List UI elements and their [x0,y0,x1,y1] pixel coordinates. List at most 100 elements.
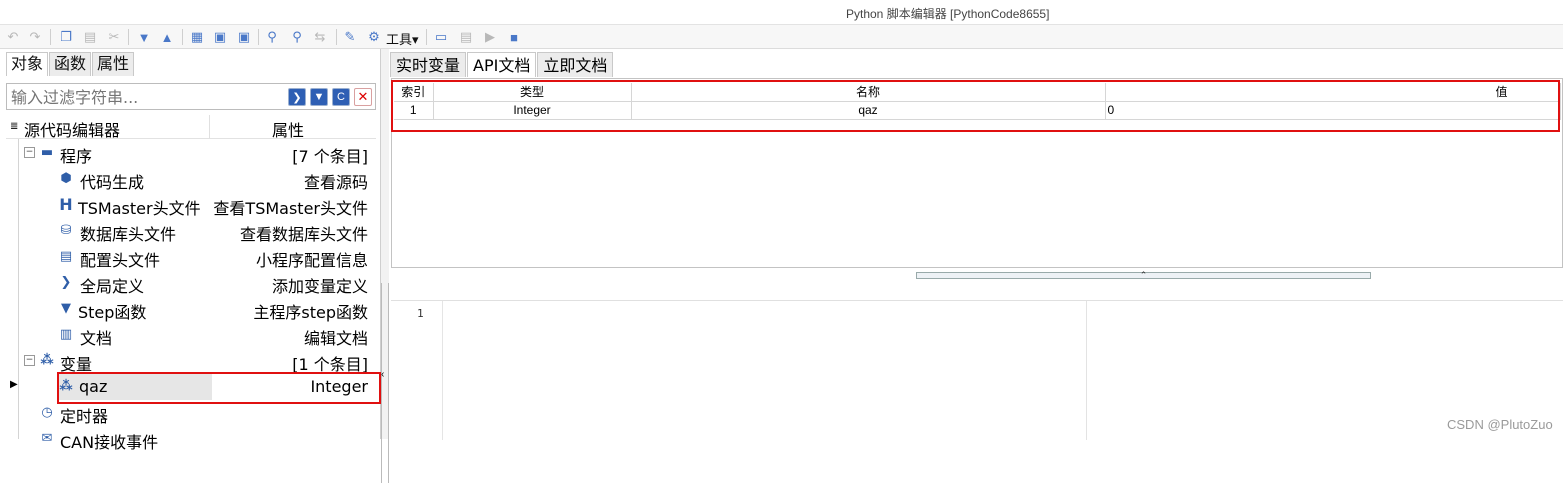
toolbar-separator [258,29,259,45]
terminal-filter-icon[interactable]: ❯ [288,88,306,106]
envelope-icon: ✉ [41,430,53,446]
save-as-icon[interactable]: ▣ [236,29,252,45]
copy-icon[interactable]: ❐ [58,29,74,45]
chevron-up-icon[interactable]: ⌃ [916,271,1371,280]
tree-node-label: 程序 [60,147,93,166]
code-editor[interactable]: 1 [391,300,1563,440]
step-filter-icon[interactable]: ▼ [310,88,328,106]
window-icon: ▬ [40,144,54,160]
search-icon[interactable]: ⚲ [264,29,280,45]
paste-icon[interactable]: ▤ [82,29,98,45]
current-row-pointer-icon: ▶ [10,379,18,390]
c-gear-icon: ⬢ [60,170,72,186]
terminal-icon: ❯ [60,274,72,290]
tree-node-label: 定时器 [60,407,109,426]
tree-item-database-header[interactable]: ⛁ 数据库头文件 查看数据库头文件 [20,218,376,245]
tree-header-source: 源代码编辑器 [24,121,121,140]
toolbar-separator [128,29,129,45]
search-next-icon[interactable]: ⚲ [289,29,305,45]
book-icon: ▥ [59,326,73,342]
toolbar: ↶ ↷ ❐ ▤ ✂ ▼ ▲ ▦ ▣ ▣ ⚲ ⚲ ⇆ ✎ ⚙ 工具▾ ▭ ▤ ▶ … [0,25,1563,49]
folder-icon[interactable]: ▭ [433,29,449,45]
highlight-box [391,80,1560,132]
redo-icon[interactable]: ↷ [27,29,43,45]
c-filter-icon[interactable]: C [332,88,350,106]
pencil-icon[interactable]: ✎ [342,29,358,45]
left-tab-strip: 对象 函数 属性 [6,52,135,76]
tab-properties[interactable]: 属性 [92,52,135,76]
line-number-gutter: 1 [391,301,443,440]
tree-item-value: 查看源码 [303,173,368,192]
tab-immediate-docs[interactable]: 立即文档 [537,52,614,77]
collapse-icon[interactable]: − [24,147,35,158]
clear-filter-icon[interactable]: ✕ [354,88,372,106]
filter-input[interactable] [11,87,281,107]
toolbar-separator [182,29,183,45]
toolbar-separator [336,29,337,45]
tree-node-count: [7 个条目] [292,147,368,166]
open-file-icon[interactable]: ▦ [189,29,205,45]
gear-icon[interactable]: ⚙ [366,29,382,45]
h-letter-icon: H [59,194,73,214]
tree-gutter [6,139,19,439]
tree-item-tsmaster-header[interactable]: H TSMaster头文件 查看TSMaster头文件 [20,192,376,219]
tree-node-program[interactable]: − ▬ 程序 [7 个条目] [20,140,376,166]
tree-item-label: 数据库头文件 [80,225,177,244]
move-down-icon[interactable]: ▼ [136,29,152,45]
clock-icon: ◷ [41,404,53,420]
collapse-icon[interactable]: − [24,355,35,366]
move-up-icon[interactable]: ▲ [159,29,175,45]
stop-icon[interactable]: ■ [506,29,522,45]
chevron-down-icon: ▾ [412,32,419,47]
tree-node-can-event[interactable]: ✉ CAN接收事件 [20,426,376,453]
tab-objects[interactable]: 对象 [6,52,49,76]
tab-realtime-variables[interactable]: 实时变量 [390,52,467,77]
line-number: 1 [417,307,424,320]
chevron-left-icon[interactable]: ‹ [381,369,384,380]
tree-header: ≣ 源代码编辑器 属性 [6,115,376,140]
splitter-grip[interactable] [381,283,389,483]
run-icon[interactable]: ▶ [482,29,498,45]
tree-item-global-def[interactable]: ❯ 全局定义 添加变量定义 [20,270,376,297]
tree-item-label: 文档 [80,329,113,348]
window-title: Python 脚本编辑器 [PythonCode8655] [846,7,1050,21]
tree-item-value: 查看TSMaster头文件 [213,195,368,219]
cut-icon[interactable]: ✂ [106,29,122,45]
vertical-splitter[interactable]: ‹ [381,49,389,483]
replace-icon[interactable]: ⇆ [312,29,328,45]
filter-box: ❯ ▼ C ✕ [6,83,376,110]
compile-icon[interactable]: ▤ [458,29,474,45]
column-divider [209,115,210,139]
tree-item-codegen[interactable]: ⬢ 代码生成 查看源码 [20,166,376,193]
variables-icon: ⁂ [40,352,54,368]
tools-menu-button[interactable]: 工具▾ [386,29,419,48]
tree-item-label: Step函数 [78,303,147,322]
horizontal-splitter[interactable]: ⌃ [391,268,1563,282]
tree-item-value: 查看数据库头文件 [239,225,368,244]
tree-item-label: TSMaster头文件 [78,199,201,218]
tree-item-value: 添加变量定义 [271,277,368,296]
database-icon: ⛁ [60,222,72,238]
undo-icon[interactable]: ↶ [5,29,21,45]
list-icon: ≣ [10,121,19,132]
editor-right-margin [1086,301,1087,440]
config-file-icon: ▤ [59,248,73,264]
tab-api-docs[interactable]: API文档 [467,52,537,77]
tree-header-property: 属性 [272,121,305,140]
tree-node-variables[interactable]: − ⁂ 变量 [1 个条目] [20,348,376,374]
toolbar-separator [426,29,427,45]
tree-item-label: 全局定义 [80,277,145,296]
toolbar-separator [50,29,51,45]
tree-item-value: 主程序step函数 [253,303,368,322]
tree-item-value: 小程序配置信息 [255,251,368,270]
tree-item-label: 代码生成 [80,173,145,192]
right-tab-strip: 实时变量 API文档 立即文档 [390,52,614,77]
tab-functions[interactable]: 函数 [49,52,92,76]
tree-item-step-function[interactable]: ▼ Step函数 主程序step函数 [20,296,376,323]
tree-item-value: 编辑文档 [303,329,368,348]
highlight-box [57,372,381,404]
tree-item-config-header[interactable]: ▤ 配置头文件 小程序配置信息 [20,244,376,271]
tree-item-document[interactable]: ▥ 文档 编辑文档 [20,322,376,349]
tree-item-label: 配置头文件 [80,251,161,270]
save-icon[interactable]: ▣ [212,29,228,45]
